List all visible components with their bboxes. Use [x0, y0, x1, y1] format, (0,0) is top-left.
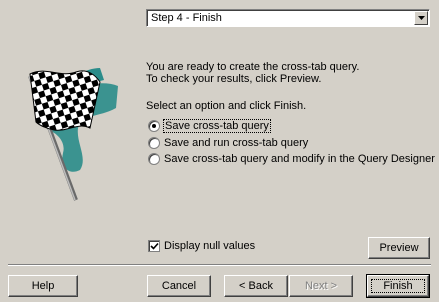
checkmark-icon	[150, 242, 159, 250]
step-dropdown[interactable]: Step 4 - Finish	[146, 9, 430, 27]
display-null-values-option[interactable]: Display null values	[148, 240, 255, 252]
option-save-and-run-label[interactable]: Save and run cross-tab query	[164, 137, 308, 149]
option-save-query[interactable]: Save cross-tab query	[148, 118, 271, 133]
crosstab-wizard-dialog: Step 4 - Finish You are ready to create …	[0, 0, 439, 302]
chevron-down-icon	[418, 16, 425, 20]
option-prompt: Select an option and click Finish.	[146, 100, 307, 112]
preview-button[interactable]: Preview	[368, 237, 430, 259]
cancel-button[interactable]: Cancel	[147, 275, 211, 297]
option-save-and-run[interactable]: Save and run cross-tab query	[148, 136, 308, 149]
help-button[interactable]: Help	[8, 275, 78, 297]
checkered-flag-icon	[28, 68, 118, 201]
option-save-query-label[interactable]: Save cross-tab query	[163, 118, 271, 133]
step-dropdown-value: Step 4 - Finish	[151, 12, 222, 24]
radio-save-query[interactable]	[148, 119, 160, 132]
button-separator	[8, 264, 431, 266]
finish-button[interactable]: Finish	[366, 274, 430, 298]
display-null-values-label[interactable]: Display null values	[164, 240, 255, 252]
radio-save-and-modify[interactable]	[148, 152, 160, 165]
back-button[interactable]: < Back	[224, 275, 288, 297]
option-save-and-modify[interactable]: Save cross-tab query and modify in the Q…	[148, 152, 435, 165]
ready-message: You are ready to create the cross-tab qu…	[146, 61, 360, 73]
finish-focus-ring	[371, 279, 425, 293]
dropdown-arrow-button[interactable]	[414, 11, 428, 25]
display-null-values-checkbox[interactable]	[148, 240, 160, 252]
preview-hint: To check your results, click Preview.	[146, 73, 322, 85]
radio-save-and-run[interactable]	[148, 136, 160, 149]
next-button[interactable]: Next >	[289, 275, 353, 297]
option-save-and-modify-label[interactable]: Save cross-tab query and modify in the Q…	[164, 153, 435, 165]
